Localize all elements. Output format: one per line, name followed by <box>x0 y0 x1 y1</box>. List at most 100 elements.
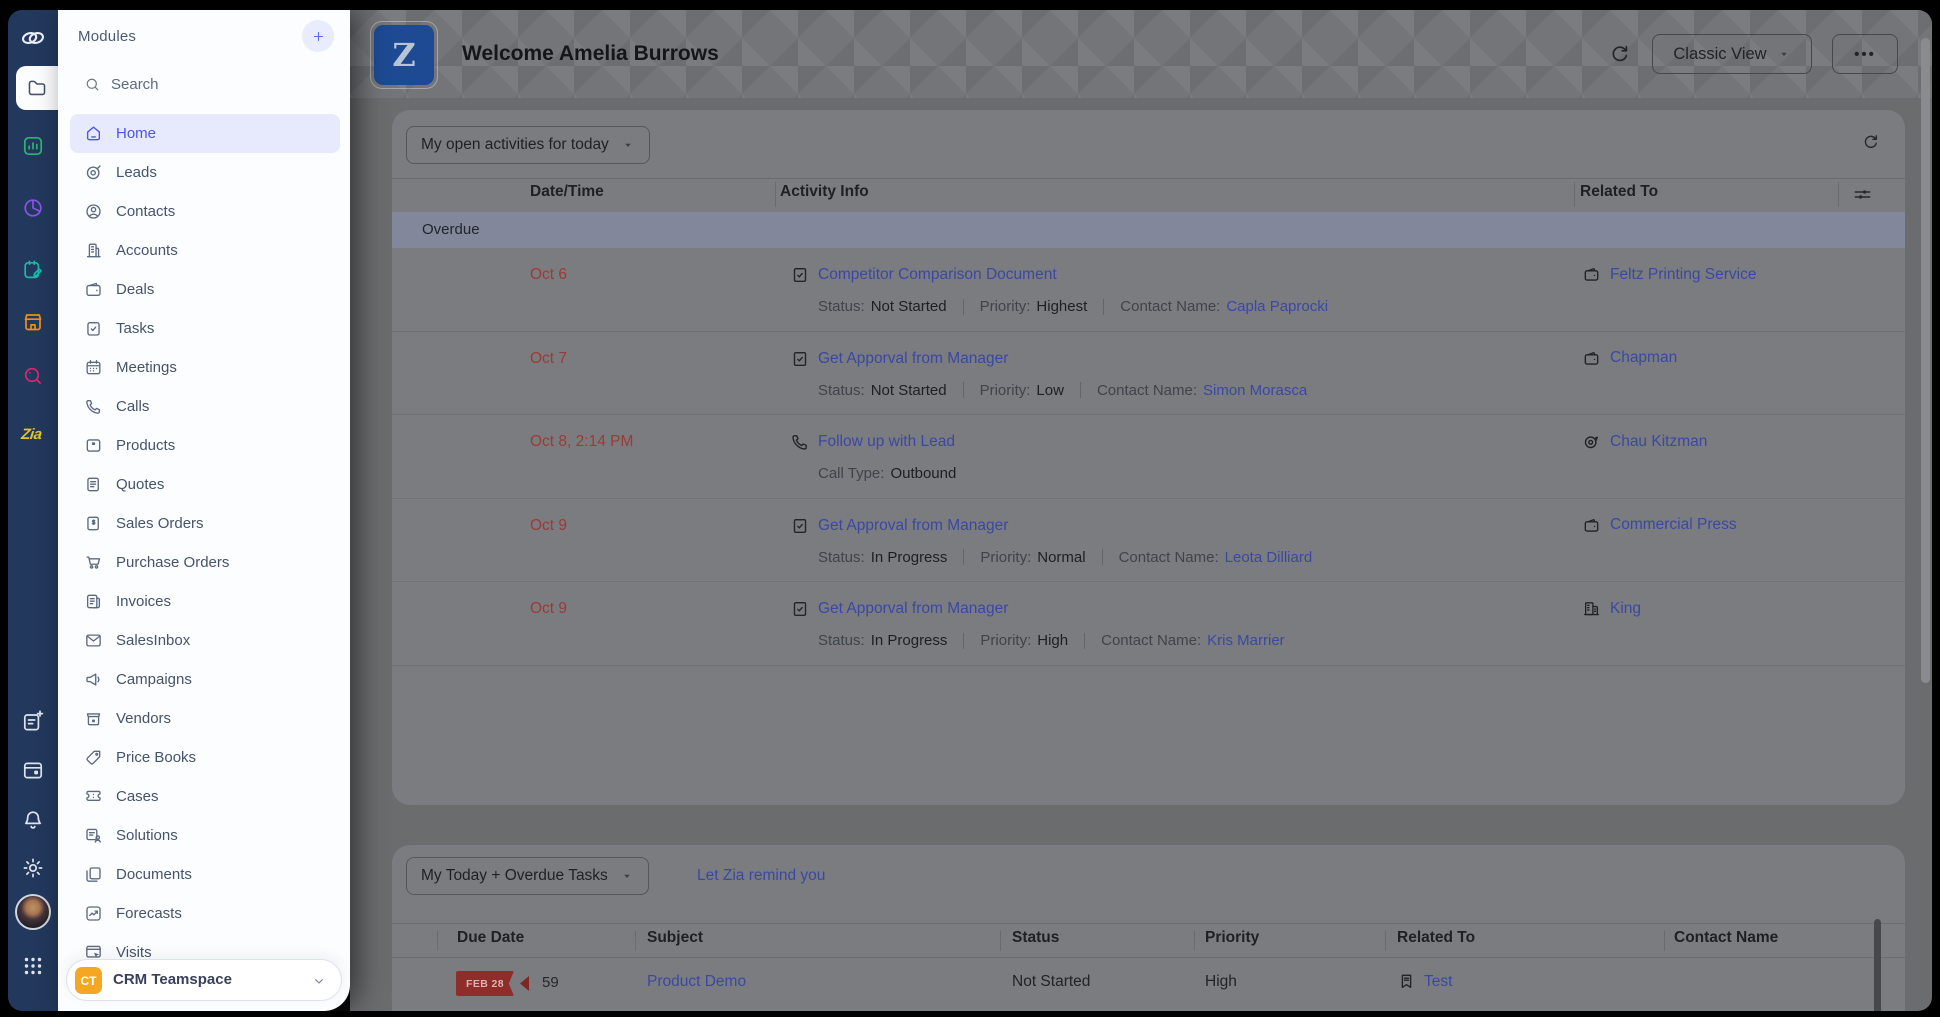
sidebar-item-campaigns[interactable]: Campaigns <box>70 660 340 699</box>
notifications-icon[interactable] <box>21 808 45 832</box>
column-header-status[interactable]: Status <box>1012 929 1059 947</box>
detail-value[interactable]: Capla Paprocki <box>1226 298 1328 315</box>
module-icon <box>84 748 103 767</box>
column-header-datetime[interactable]: Date/Time <box>530 183 604 201</box>
planner-icon[interactable] <box>21 258 45 282</box>
sidebar-item-salesinbox[interactable]: SalesInbox <box>70 621 340 660</box>
sidebar-item-accounts[interactable]: Accounts <box>70 231 340 270</box>
overdue-flag-icon <box>520 976 529 991</box>
column-header-related-to[interactable]: Related To <box>1397 929 1475 947</box>
sidebar-item-meetings[interactable]: Meetings <box>70 348 340 387</box>
sidebar-item-purchase-orders[interactable]: Purchase Orders <box>70 543 340 582</box>
module-label: Contacts <box>116 203 176 220</box>
related-to-link[interactable]: King <box>1610 600 1641 618</box>
module-icon <box>84 709 103 728</box>
activity-row[interactable]: Oct 9 Get Apporval from Manager Status: I… <box>392 582 1905 666</box>
related-to-link[interactable]: Chau Kitzman <box>1610 433 1707 451</box>
view-selector-button[interactable]: Classic View <box>1652 34 1812 74</box>
sidebar-item-home[interactable]: Home <box>70 114 340 153</box>
sidebar-item-quotes[interactable]: Quotes <box>70 465 340 504</box>
zoho-logo-icon[interactable] <box>18 23 48 53</box>
add-module-button[interactable] <box>302 20 334 52</box>
settings-icon[interactable] <box>21 856 45 880</box>
activity-related: King <box>1582 599 1641 618</box>
activity-title-link[interactable]: Follow up with Lead <box>818 433 955 451</box>
more-options-button[interactable]: ••• <box>1832 34 1898 74</box>
column-header-contact-name[interactable]: Contact Name <box>1674 929 1778 947</box>
module-icon <box>84 202 103 221</box>
rail-active-tab-modules[interactable] <box>16 66 58 110</box>
analytics-icon[interactable] <box>21 196 45 220</box>
sidebar-item-vendors[interactable]: Vendors <box>70 699 340 738</box>
sidebar-search[interactable]: Search <box>84 76 159 93</box>
activity-title-link[interactable]: Competitor Comparison Document <box>818 266 1057 284</box>
related-to-link[interactable]: Test <box>1424 973 1452 991</box>
sidebar-item-calls[interactable]: Calls <box>70 387 340 426</box>
refresh-icon[interactable] <box>1608 42 1632 66</box>
apps-grid-icon[interactable] <box>21 954 45 978</box>
sidebar-item-invoices[interactable]: Invoices <box>70 582 340 621</box>
due-date-badge: FEB 28 <box>456 971 514 996</box>
column-header-priority[interactable]: Priority <box>1205 929 1259 947</box>
column-header-due-date[interactable]: Due Date <box>457 929 524 947</box>
page-title: Welcome Amelia Burrows <box>462 42 719 65</box>
sidebar-item-forecasts[interactable]: Forecasts <box>70 894 340 933</box>
tasks-filter-dropdown[interactable]: My Today + Overdue Tasks <box>406 857 649 895</box>
activity-row[interactable]: Oct 7 Get Apporval from Manager Status: N… <box>392 332 1905 415</box>
advanced-search-icon[interactable] <box>21 364 45 388</box>
calendar-icon[interactable] <box>21 758 45 782</box>
teamspace-selector[interactable]: CT CRM Teamspace <box>66 959 342 1001</box>
detail-value: In Progress <box>870 548 948 566</box>
module-icon <box>84 631 103 650</box>
detail-value[interactable]: Kris Marrier <box>1207 632 1285 649</box>
column-header-activity-info[interactable]: Activity Info <box>780 183 869 201</box>
activity-related: Feltz Printing Service <box>1582 265 1756 284</box>
activity-row[interactable]: Oct 8, 2:14 PM Follow up with Lead Call … <box>392 415 1905 499</box>
column-settings-icon[interactable] <box>1852 184 1873 205</box>
sidebar-item-contacts[interactable]: Contacts <box>70 192 340 231</box>
activity-title-link[interactable]: Get Apporval from Manager <box>818 350 1008 368</box>
detail-separator <box>1084 632 1086 649</box>
column-header-related-to[interactable]: Related To <box>1580 183 1658 201</box>
reports-icon[interactable] <box>21 134 45 158</box>
marketplace-icon[interactable] <box>21 310 45 334</box>
activity-details: Status: Not Started Priority: Highest Contac… <box>818 298 1328 315</box>
sidebar-item-leads[interactable]: Leads <box>70 153 340 192</box>
related-to-link[interactable]: Chapman <box>1610 349 1677 367</box>
sidebar-item-deals[interactable]: Deals <box>70 270 340 309</box>
widget-refresh-icon[interactable] <box>1861 132 1881 152</box>
modules-list: Home Leads Contacts Accounts Deals Tasks… <box>70 114 340 1011</box>
detail-value[interactable]: Leota Dilliard <box>1225 549 1313 566</box>
related-to-link[interactable]: Commercial Press <box>1610 516 1737 534</box>
sidebar-item-price-books[interactable]: Price Books <box>70 738 340 777</box>
module-icon <box>84 475 103 494</box>
detail-value[interactable]: Simon Morasca <box>1203 382 1307 399</box>
column-header-subject[interactable]: Subject <box>647 929 703 947</box>
add-note-icon[interactable] <box>21 710 45 734</box>
user-avatar[interactable] <box>15 894 51 930</box>
activity-details: Status: In Progress Priority: Normal Contact… <box>818 549 1312 566</box>
sidebar-item-documents[interactable]: Documents <box>70 855 340 894</box>
sidebar-item-cases[interactable]: Cases <box>70 777 340 816</box>
zia-remind-link[interactable]: Let Zia remind you <box>697 867 825 885</box>
activity-title-link[interactable]: Get Approval from Manager <box>818 517 1008 535</box>
sidebar-item-products[interactable]: Products <box>70 426 340 465</box>
sidebar-item-sales-orders[interactable]: Sales Orders <box>70 504 340 543</box>
activity-details: Status: In Progress Priority: High Contact N… <box>818 632 1285 649</box>
activity-title-link[interactable]: Get Apporval from Manager <box>818 600 1008 618</box>
task-subject-link[interactable]: Product Demo <box>647 973 746 991</box>
task-row[interactable]: FEB 28 59 Product Demo Not Started High … <box>392 957 1905 1011</box>
activity-row[interactable]: Oct 9 Get Approval from Manager Status: I… <box>392 499 1905 582</box>
main-content: Z Welcome Amelia Burrows Classic View ••… <box>350 10 1932 1011</box>
page-scrollbar-thumb[interactable] <box>1921 38 1930 683</box>
widget-scrollbar-thumb[interactable] <box>1874 919 1881 1011</box>
sidebar-item-tasks[interactable]: Tasks <box>70 309 340 348</box>
detail-value: Outbound <box>890 465 957 482</box>
activities-filter-dropdown[interactable]: My open activities for today <box>406 126 650 164</box>
detail-value: Not Started <box>870 381 947 399</box>
related-to-link[interactable]: Feltz Printing Service <box>1610 266 1756 284</box>
caret-down-icon <box>1777 47 1791 61</box>
zia-icon[interactable]: Zia <box>20 426 45 450</box>
sidebar-item-solutions[interactable]: Solutions <box>70 816 340 855</box>
activity-row[interactable]: Oct 6 Competitor Comparison Document Sta… <box>392 248 1905 332</box>
